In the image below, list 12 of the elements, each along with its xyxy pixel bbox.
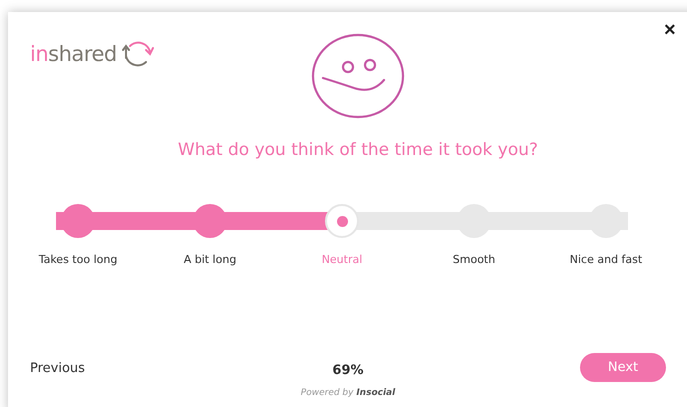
- previous-button[interactable]: Previous: [30, 353, 85, 384]
- question-text: What do you think of the time it took you?: [178, 140, 538, 160]
- scale-label: Neutral: [322, 253, 362, 266]
- powered-by-text: Powered by Insocial: [300, 388, 396, 398]
- scale-stop[interactable]: [325, 204, 359, 238]
- progress-percent: 69%: [332, 363, 364, 378]
- scale-label: A bit long: [184, 253, 236, 266]
- logo: inshared: [30, 42, 117, 66]
- scale-label: Takes too long: [38, 253, 118, 266]
- scale-label: Smooth: [452, 253, 496, 266]
- close-button[interactable]: ×: [664, 20, 676, 40]
- scale-label: Nice and fast: [570, 253, 642, 266]
